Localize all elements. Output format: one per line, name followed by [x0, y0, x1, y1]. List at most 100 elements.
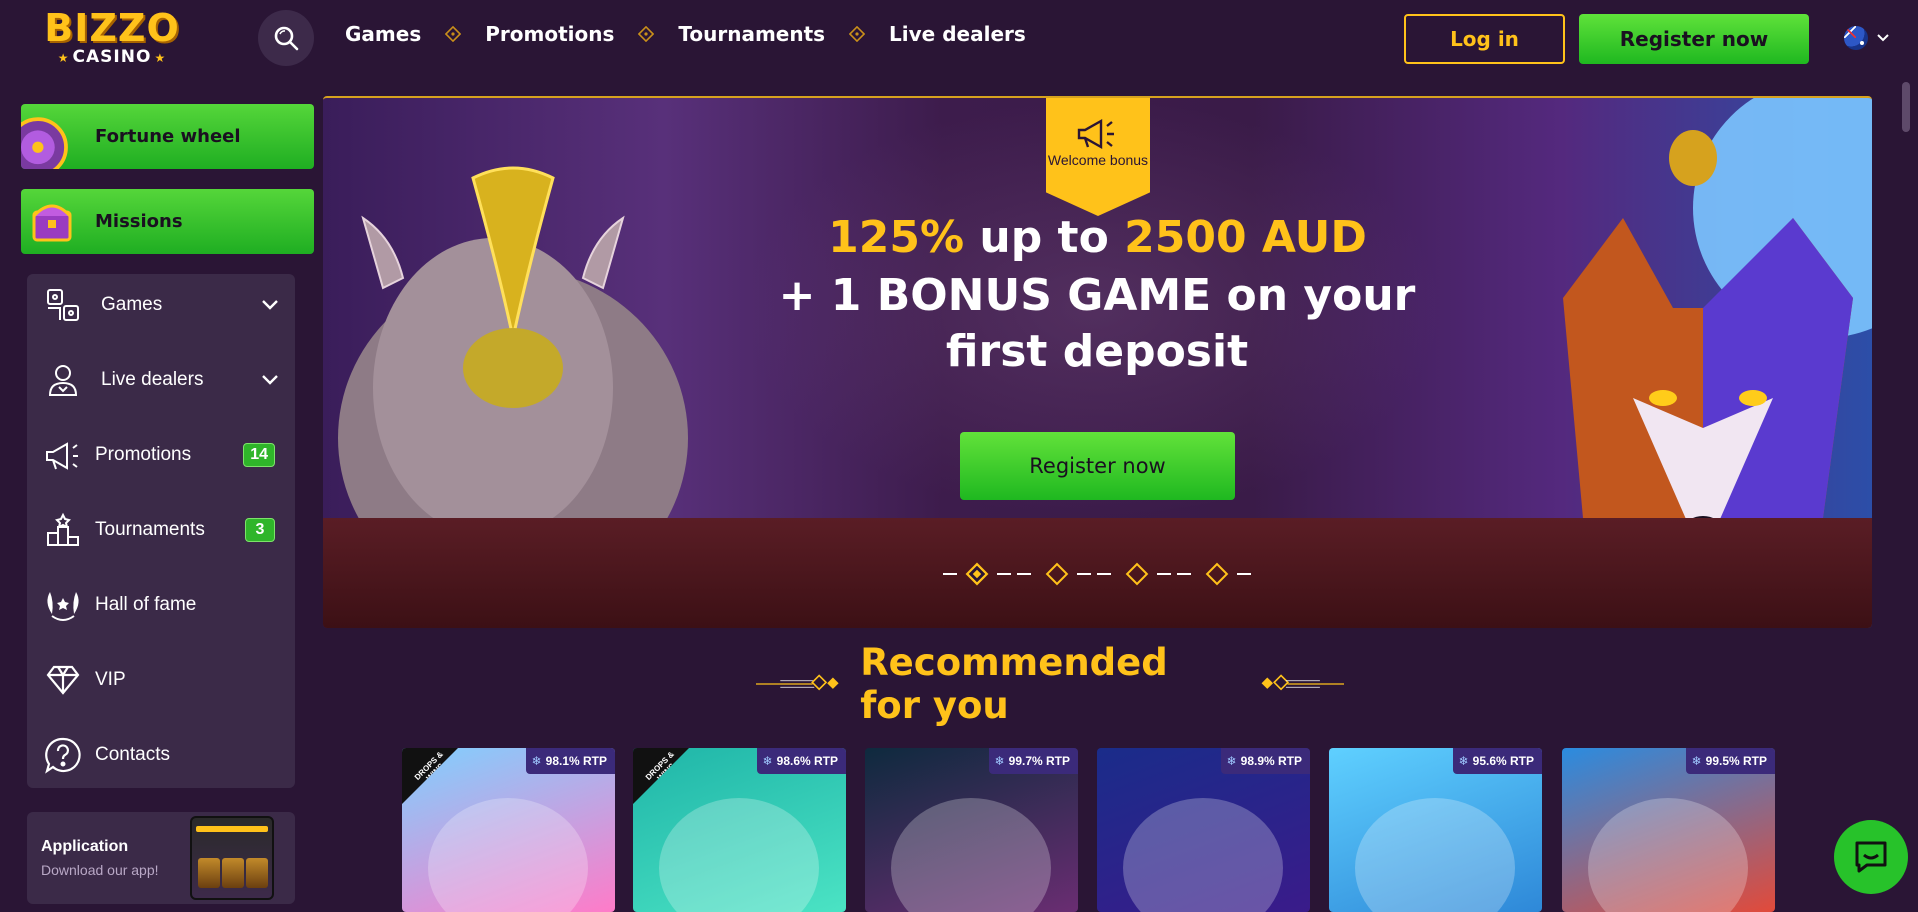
heading-ornament-right-icon — [1261, 674, 1344, 691]
rtp-badge: ❄ 95.6% RTP — [1452, 748, 1542, 774]
missions-button[interactable]: Missions — [21, 189, 314, 254]
chevron-down-icon — [1877, 34, 1889, 42]
register-button[interactable]: Register now — [1579, 14, 1809, 64]
sidebar-item-games[interactable]: Games — [27, 275, 295, 335]
game-card[interactable]: DROPS & WINS ❄ 98.1% RTP — [402, 748, 615, 912]
rtp-value: 98.1% RTP — [545, 754, 607, 768]
carousel-pagination — [943, 562, 1253, 586]
carousel-dot-2[interactable] — [1045, 562, 1069, 586]
app-download-card[interactable]: Application Download our app! — [27, 812, 295, 904]
missions-label: Missions — [95, 211, 183, 232]
sidebar-item-label: VIP — [95, 669, 126, 690]
sidebar-item-hall-of-fame[interactable]: Hall of fame — [27, 575, 295, 635]
chevron-down-icon — [262, 375, 278, 385]
welcome-bonus-tag: Welcome bonus — [1046, 98, 1150, 216]
rtp-value: 99.7% RTP — [1008, 754, 1070, 768]
sidebar-item-label: Games — [101, 294, 163, 315]
nav-separator-icon — [638, 26, 655, 42]
hero-banner[interactable]: Welcome bonus 125% up to 2500 AUD + 1 BO… — [323, 96, 1872, 628]
rtp-value: 98.9% RTP — [1240, 754, 1302, 768]
carousel-dot-3[interactable] — [1125, 562, 1149, 586]
dealer-icon — [41, 358, 85, 402]
hero-register-button[interactable]: Register now — [960, 432, 1235, 500]
logo-top: BIZZO — [44, 5, 180, 50]
podium-icon — [41, 508, 85, 552]
nav-promotions[interactable]: Promotions — [485, 22, 614, 46]
chat-icon — [1855, 841, 1887, 873]
megaphone-icon — [1077, 118, 1114, 150]
sidebar-item-live-dealers[interactable]: Live dealers — [27, 350, 295, 410]
tournaments-count-badge: 3 — [245, 518, 275, 542]
app-title: Application — [41, 838, 129, 855]
logo-bottom: ★ CASINO ★ — [57, 46, 167, 67]
sidebar-menu: Games Live dealers Promotions 14 Tournam… — [27, 274, 295, 788]
snowflake-icon: ❄ — [994, 754, 1005, 768]
language-selector[interactable] — [1844, 26, 1890, 50]
sidebar-item-promotions[interactable]: Promotions 14 — [27, 425, 295, 485]
australia-flag-icon — [1844, 26, 1868, 50]
nav-tournaments[interactable]: Tournaments — [678, 22, 825, 46]
game-card[interactable]: ❄ 99.7% RTP — [865, 748, 1078, 912]
welcome-bonus-label: Welcome bonus — [1047, 152, 1149, 168]
sidebar-item-label: Contacts — [95, 744, 170, 765]
game-card[interactable]: ❄ 98.9% RTP — [1097, 748, 1310, 912]
diamond-icon — [41, 658, 85, 702]
search-icon — [274, 26, 299, 51]
sidebar-item-vip[interactable]: VIP — [27, 650, 295, 710]
sidebar-item-label: Promotions — [95, 444, 192, 465]
wheel-icon — [21, 104, 81, 169]
snowflake-icon: ❄ — [531, 754, 542, 768]
sidebar-item-label: Live dealers — [101, 369, 204, 390]
chest-icon — [21, 189, 81, 254]
main-nav: Games Promotions Tournaments Live dealer… — [345, 22, 1026, 46]
live-chat-button[interactable] — [1834, 820, 1908, 894]
nav-games[interactable]: Games — [345, 22, 421, 46]
snowflake-icon: ❄ — [762, 754, 773, 768]
carousel-dot-1[interactable] — [965, 562, 989, 586]
sidebar-item-tournaments[interactable]: Tournaments 3 — [27, 500, 295, 560]
hero-headline: 125% up to 2500 AUD — [323, 212, 1872, 263]
laurel-icon — [41, 583, 85, 627]
rtp-value: 99.5% RTP — [1705, 754, 1767, 768]
heading-ornament-left-icon — [756, 674, 839, 691]
logo-bottom-text: CASINO — [72, 46, 152, 67]
nav-separator-icon — [849, 26, 866, 42]
hero-bonus-percent: 125% — [828, 212, 965, 263]
logo[interactable]: BIZZO ★ CASINO ★ — [36, 6, 188, 70]
rtp-badge: ❄ 98.6% RTP — [756, 748, 846, 774]
hero-bonus-amount: 2500 AUD — [1124, 212, 1367, 263]
help-icon — [41, 733, 85, 777]
rtp-badge: ❄ 99.5% RTP — [1685, 748, 1775, 774]
chevron-down-icon — [262, 300, 278, 310]
search-button[interactable] — [258, 10, 314, 66]
sidebar-item-contacts[interactable]: Contacts — [27, 725, 295, 785]
rtp-value: 95.6% RTP — [1472, 754, 1534, 768]
recommended-heading: Recommended for you — [756, 641, 1344, 727]
games-icon — [41, 283, 85, 327]
page-scrollbar[interactable] — [1902, 82, 1910, 132]
rtp-badge: ❄ 99.7% RTP — [988, 748, 1078, 774]
snowflake-icon: ❄ — [1691, 754, 1702, 768]
game-card[interactable]: ❄ 99.5% RTP — [1562, 748, 1775, 912]
sidebar-item-label: Hall of fame — [95, 594, 197, 615]
nav-separator-icon — [445, 26, 462, 42]
game-card[interactable]: DROPS & WINS ❄ 98.6% RTP — [633, 748, 846, 912]
hero-headline-mid: up to — [964, 212, 1125, 263]
snowflake-icon: ❄ — [1226, 754, 1237, 768]
nav-live-dealers[interactable]: Live dealers — [889, 22, 1026, 46]
fortune-wheel-label: Fortune wheel — [95, 126, 241, 147]
hero-subheadline: + 1 BONUS GAME on your first deposit — [778, 270, 1416, 377]
fortune-wheel-button[interactable]: Fortune wheel — [21, 104, 314, 169]
rtp-value: 98.6% RTP — [776, 754, 838, 768]
megaphone-icon — [41, 433, 85, 477]
rtp-badge: ❄ 98.1% RTP — [525, 748, 615, 774]
login-button[interactable]: Log in — [1404, 14, 1565, 64]
sidebar-item-label: Tournaments — [95, 519, 205, 540]
game-card[interactable]: ❄ 95.6% RTP — [1329, 748, 1542, 912]
rtp-badge: ❄ 98.9% RTP — [1220, 748, 1310, 774]
carousel-dot-4[interactable] — [1205, 562, 1229, 586]
snowflake-icon: ❄ — [1458, 754, 1469, 768]
recommended-title: Recommended for you — [860, 641, 1168, 727]
phone-preview-image — [190, 816, 274, 900]
header: BIZZO ★ CASINO ★ Games Promotions Tourname… — [0, 0, 1918, 78]
